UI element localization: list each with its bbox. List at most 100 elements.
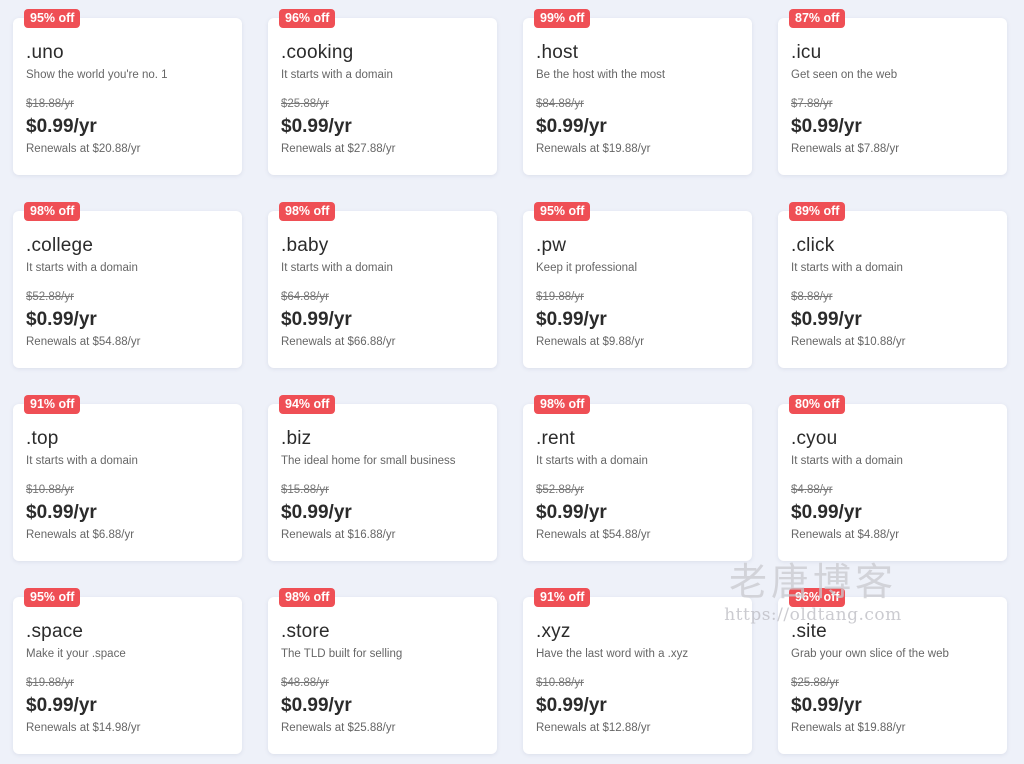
renewal-price: Renewals at $14.98/yr (26, 722, 141, 734)
discount-badge: 95% off (534, 202, 591, 221)
sale-price: $0.99/yr (791, 502, 862, 523)
discount-badge: 98% off (24, 202, 81, 221)
sale-price: $0.99/yr (791, 116, 862, 137)
original-price: $25.88/yr (281, 98, 329, 110)
renewal-price: Renewals at $10.88/yr (791, 336, 906, 348)
discount-badge: 96% off (279, 9, 336, 28)
domain-card-cooking[interactable]: 96% off .cooking It starts with a domain… (268, 9, 497, 175)
sale-price: $0.99/yr (26, 309, 97, 330)
original-price: $7.88/yr (791, 98, 833, 110)
original-price: $4.88/yr (791, 484, 833, 496)
original-price: $10.88/yr (536, 677, 584, 689)
domain-card-click[interactable]: 89% off .click It starts with a domain $… (778, 202, 1007, 368)
domain-name: .space (26, 621, 84, 642)
domain-tagline: It starts with a domain (281, 262, 393, 274)
sale-price: $0.99/yr (281, 695, 352, 716)
domain-name: .pw (536, 235, 567, 256)
discount-badge: 91% off (534, 588, 591, 607)
original-price: $15.88/yr (281, 484, 329, 496)
original-price: $19.88/yr (536, 291, 584, 303)
domain-tagline: It starts with a domain (26, 262, 138, 274)
discount-badge: 98% off (534, 395, 591, 414)
sale-price: $0.99/yr (791, 695, 862, 716)
renewal-price: Renewals at $7.88/yr (791, 143, 900, 155)
domain-name: .host (536, 42, 579, 63)
domain-name: .cooking (281, 42, 354, 63)
sale-price: $0.99/yr (281, 116, 352, 137)
domain-card-biz[interactable]: 94% off .biz The ideal home for small bu… (268, 395, 497, 561)
domain-tagline: The TLD built for selling (281, 648, 403, 660)
domain-card-space[interactable]: 95% off .space Make it your .space $19.8… (13, 588, 242, 754)
original-price: $64.88/yr (281, 291, 329, 303)
discount-badge: 91% off (24, 395, 81, 414)
domain-card-top[interactable]: 91% off .top It starts with a domain $10… (13, 395, 242, 561)
domain-card-rent[interactable]: 98% off .rent It starts with a domain $5… (523, 395, 752, 561)
domain-card-uno[interactable]: 95% off .uno Show the world you're no. 1… (13, 9, 242, 175)
renewal-price: Renewals at $19.88/yr (791, 722, 906, 734)
domain-card-host[interactable]: 99% off .host Be the host with the most … (523, 9, 752, 175)
domain-offer-grid: 95% off .uno Show the world you're no. 1… (13, 9, 1007, 754)
domain-tagline: Show the world you're no. 1 (26, 69, 168, 81)
domain-tagline: Be the host with the most (536, 69, 666, 81)
sale-price: $0.99/yr (536, 309, 607, 330)
sale-price: $0.99/yr (536, 695, 607, 716)
domain-tagline: It starts with a domain (791, 455, 903, 467)
renewal-price: Renewals at $12.88/yr (536, 722, 651, 734)
sale-price: $0.99/yr (26, 502, 97, 523)
domain-tagline: The ideal home for small business (281, 455, 456, 467)
original-price: $52.88/yr (26, 291, 74, 303)
domain-name: .top (26, 428, 59, 449)
sale-price: $0.99/yr (26, 695, 97, 716)
discount-badge: 95% off (24, 9, 81, 28)
domain-card-xyz[interactable]: 91% off .xyz Have the last word with a .… (523, 588, 752, 754)
domain-name: .store (281, 621, 330, 642)
domain-name: .college (26, 235, 94, 256)
domain-card-baby[interactable]: 98% off .baby It starts with a domain $6… (268, 202, 497, 368)
renewal-price: Renewals at $54.88/yr (26, 336, 141, 348)
discount-badge: 95% off (24, 588, 81, 607)
renewal-price: Renewals at $19.88/yr (536, 143, 651, 155)
sale-price: $0.99/yr (791, 309, 862, 330)
discount-badge: 98% off (279, 202, 336, 221)
discount-badge: 89% off (789, 202, 846, 221)
domain-tagline: Get seen on the web (791, 69, 898, 81)
domain-name: .site (791, 621, 827, 642)
renewal-price: Renewals at $27.88/yr (281, 143, 396, 155)
domain-card-cyou[interactable]: 80% off .cyou It starts with a domain $4… (778, 395, 1007, 561)
domain-tagline: Keep it professional (536, 262, 638, 274)
original-price: $8.88/yr (791, 291, 833, 303)
discount-badge: 99% off (534, 9, 591, 28)
domain-tagline: Make it your .space (26, 648, 126, 660)
domain-name: .rent (536, 428, 576, 449)
renewal-price: Renewals at $9.88/yr (536, 336, 645, 348)
original-price: $18.88/yr (26, 98, 74, 110)
original-price: $52.88/yr (536, 484, 584, 496)
domain-card-site[interactable]: 96% off .site Grab your own slice of the… (778, 588, 1007, 754)
domain-tagline: It starts with a domain (281, 69, 393, 81)
domain-name: .xyz (536, 621, 571, 642)
domain-tagline: It starts with a domain (791, 262, 903, 274)
renewal-price: Renewals at $6.88/yr (26, 529, 135, 541)
discount-badge: 87% off (789, 9, 846, 28)
domain-card-icu[interactable]: 87% off .icu Get seen on the web $7.88/y… (778, 9, 1007, 175)
original-price: $10.88/yr (26, 484, 74, 496)
renewal-price: Renewals at $54.88/yr (536, 529, 651, 541)
discount-badge: 94% off (279, 395, 336, 414)
domain-tagline: Grab your own slice of the web (791, 648, 949, 660)
original-price: $25.88/yr (791, 677, 839, 689)
domain-card-college[interactable]: 98% off .college It starts with a domain… (13, 202, 242, 368)
sale-price: $0.99/yr (536, 116, 607, 137)
renewal-price: Renewals at $20.88/yr (26, 143, 141, 155)
domain-name: .baby (281, 235, 329, 256)
domain-name: .biz (281, 428, 312, 449)
domain-card-store[interactable]: 98% off .store The TLD built for selling… (268, 588, 497, 754)
renewal-price: Renewals at $66.88/yr (281, 336, 396, 348)
domain-tagline: It starts with a domain (536, 455, 648, 467)
discount-badge: 96% off (789, 588, 846, 607)
domain-card-pw[interactable]: 95% off .pw Keep it professional $19.88/… (523, 202, 752, 368)
renewal-price: Renewals at $16.88/yr (281, 529, 396, 541)
domain-name: .icu (791, 42, 822, 63)
discount-badge: 80% off (789, 395, 846, 414)
original-price: $84.88/yr (536, 98, 584, 110)
sale-price: $0.99/yr (281, 502, 352, 523)
